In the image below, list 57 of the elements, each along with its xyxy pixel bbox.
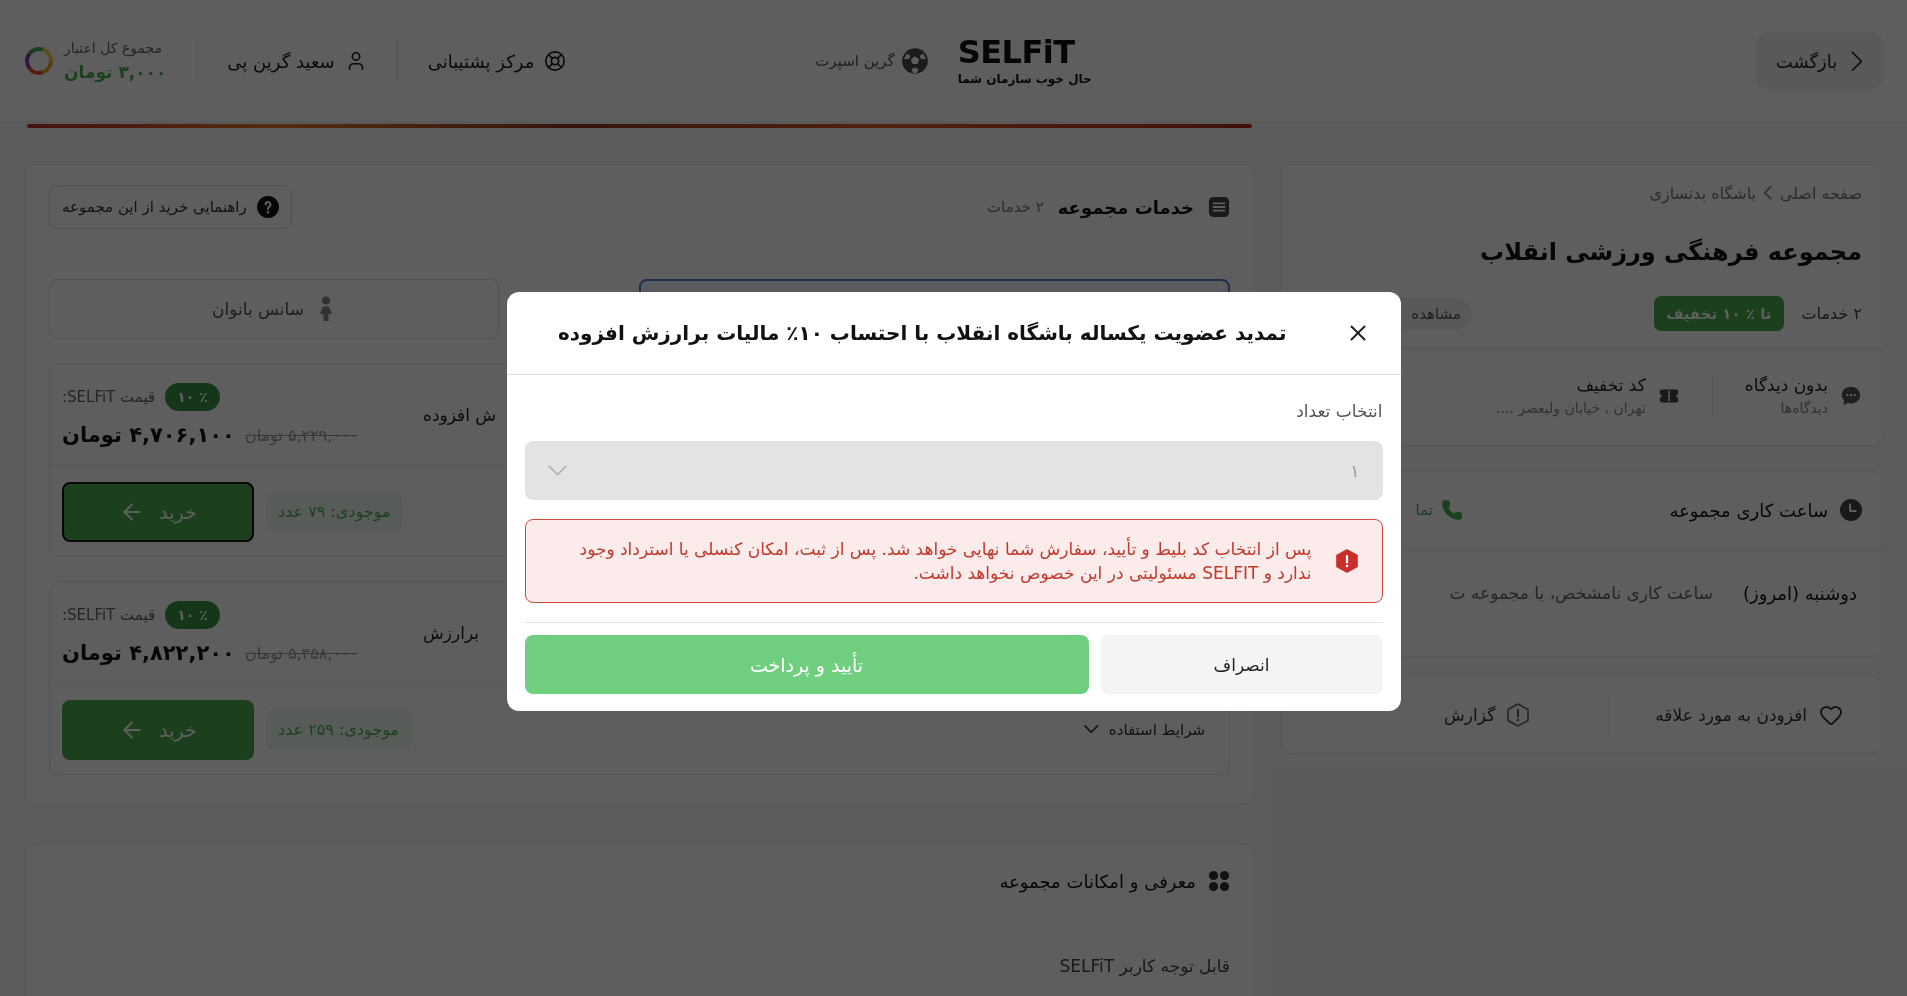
chevron-right-icon — [1851, 50, 1863, 72]
report-button[interactable]: گزارش — [1444, 702, 1530, 727]
stat-title: بدون دیدگاه — [1744, 374, 1828, 397]
favorite-button[interactable]: افزودن به مورد علاقه — [1655, 702, 1843, 727]
discount-badge: تا ٪ ۱۰ تخفیف — [1653, 296, 1784, 331]
dialog-title: تمدید عضویت یکساله باشگاه انقلاب با احتساب ۱۰٪ مالیات برارزش افزوده — [557, 321, 1287, 345]
warning-text: پس از انتخاب کد بلیط و تأیید، سفارش شما نهایی خواهد شد. پس از ثبت، امکان کنسلی یا استرداد وجود ندارد و SELFIT مسئولیتی در این خصوص نخواهد داشت. — [578, 537, 1312, 585]
credit-amount: ۳,۰۰۰ تومان — [64, 62, 167, 82]
buy-button[interactable]: خرید — [62, 699, 254, 760]
warning-icon — [1335, 549, 1358, 573]
tab[interactable]: سانس بانوان — [49, 279, 499, 339]
grid-dots-icon — [1208, 870, 1230, 892]
stock-label: موجودی: ۲۵۹ عدد — [266, 709, 412, 750]
hours-status: ساعت کاری نامشخص، با مجموعه ت — [1449, 583, 1713, 603]
contact-link[interactable]: تما — [1301, 499, 1463, 521]
guide-button[interactable]: راهنمایی خرید از این مجموعه — [49, 185, 292, 229]
phone-icon — [1441, 499, 1463, 521]
quantity-label: انتخاب تعداد — [1296, 400, 1383, 423]
service-title: برارزش — [423, 623, 479, 643]
cancel-button[interactable]: انصراف — [1100, 635, 1383, 694]
services-count: ۲ خدمات — [1801, 304, 1862, 323]
brand-logo[interactable]: SELFiT — [957, 36, 1075, 68]
discount-badge: ٪ ۱۰ — [165, 601, 220, 629]
ball-icon — [900, 47, 929, 75]
intro-title: معرفی و امکانات مجموعه — [999, 870, 1196, 892]
brand-tagline: حال خوب سازمان شما — [957, 72, 1092, 86]
help-icon — [256, 196, 279, 218]
stat-title: کد تخفیف — [1576, 374, 1646, 397]
warning-hexagon-icon — [1507, 702, 1530, 727]
user-menu[interactable]: سعید گرین پی — [227, 50, 367, 72]
lifebuoy-icon — [544, 50, 567, 72]
chevron-down-icon — [547, 465, 567, 476]
back-button[interactable]: بازگشت — [1755, 33, 1883, 89]
price-label: قیمت SELFiT: — [62, 388, 156, 406]
support-link[interactable]: مرکز پشتیبانی — [427, 50, 567, 72]
list-icon — [1208, 196, 1230, 218]
service-title: ش افزوده — [423, 405, 497, 425]
stock-label: موجودی: ۷۹ عدد — [266, 491, 403, 532]
discount-badge: ٪ ۱۰ — [165, 383, 220, 411]
chevron-left-icon — [1764, 186, 1772, 200]
price: ۴,۷۰۶,۱۰۰ تومان — [62, 423, 235, 447]
day-label: دوشنبه (امروز) — [1742, 582, 1857, 604]
price-label: قیمت SELFiT: — [62, 606, 156, 624]
terms-button[interactable]: شرایط استفاده — [1084, 720, 1205, 739]
intro-text: قابل توجه کاربر SELFiT — [1059, 955, 1230, 978]
confirm-button[interactable]: تأیید و پرداخت — [524, 635, 1089, 694]
services-title: خدمات مجموعه — [1057, 196, 1194, 218]
clock-icon — [1840, 499, 1862, 521]
credit-label: مجموع کل اعتبار — [64, 40, 163, 56]
venue-title: مجموعه فرهنگی ورزشی انقلاب — [1480, 237, 1862, 268]
ring-icon — [24, 46, 54, 76]
partner-logo: گرین اسپرت — [815, 52, 895, 70]
price: ۴,۸۲۲,۲۰۰ تومان — [62, 641, 235, 665]
chat-bubble-icon — [1840, 385, 1862, 407]
hours-title: ساعت کاری مجموعه — [1669, 499, 1828, 521]
chevron-down-icon — [1084, 725, 1099, 734]
buy-button[interactable]: خرید — [62, 481, 254, 542]
